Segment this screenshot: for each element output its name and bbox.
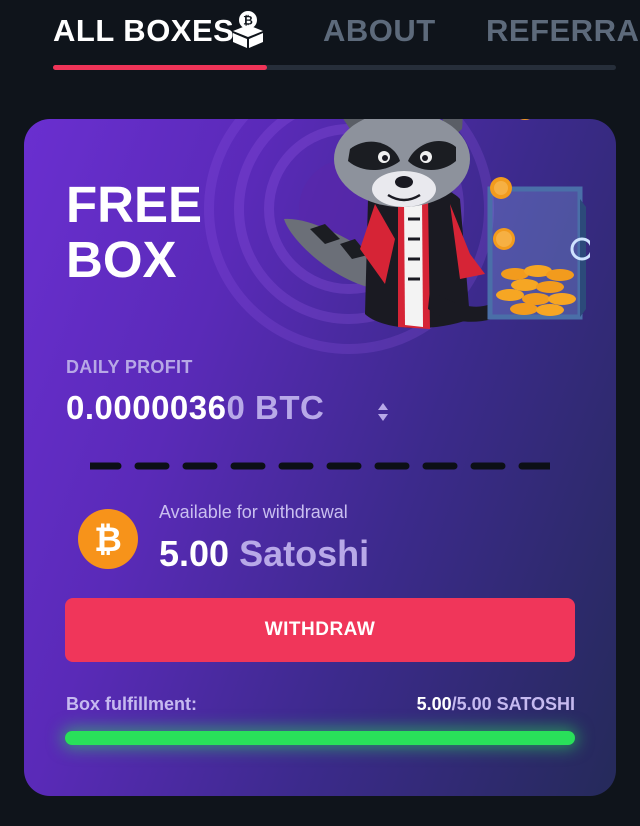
bitcoin-box-icon: ₿ bbox=[233, 11, 263, 48]
sort-arrows-icon[interactable] bbox=[376, 400, 390, 424]
floating-coin-icon bbox=[490, 177, 512, 199]
tab-active-indicator bbox=[53, 65, 267, 70]
tab-about[interactable]: ABOUT bbox=[323, 13, 436, 49]
daily-profit-fade-digit: 0 bbox=[226, 389, 246, 426]
available-value: 5.00 Satoshi bbox=[159, 533, 369, 575]
bitcoin-coin-icon: ₿ bbox=[78, 509, 138, 569]
available-label: Available for withdrawal bbox=[159, 502, 348, 522]
tab-bar: ALL BOXES ₿ ABOUT REFERRA bbox=[0, 0, 640, 74]
free-box-card: FREE BOX DAILY PROFIT 0.00000360 BTC ₿ A… bbox=[24, 119, 616, 796]
withdraw-button[interactable]: WITHDRAW bbox=[65, 598, 575, 662]
box-title: FREE BOX bbox=[66, 176, 203, 288]
fulfillment-current: 5.00 bbox=[416, 694, 452, 714]
dashed-divider bbox=[90, 462, 550, 470]
fulfillment-value: 5.00/5.00 SATOSHI bbox=[417, 694, 575, 715]
daily-profit-value: 0.00000360 BTC bbox=[66, 389, 324, 427]
tab-referral[interactable]: REFERRA bbox=[486, 13, 639, 49]
svg-text:₿: ₿ bbox=[94, 520, 122, 560]
floating-coin-icon bbox=[520, 119, 530, 120]
fulfillment-progress-fill bbox=[65, 731, 575, 745]
daily-profit-amount: 0.0000036 bbox=[66, 389, 227, 426]
available-unit: Satoshi bbox=[239, 533, 370, 574]
daily-profit-label: DAILY PROFIT bbox=[66, 357, 193, 377]
fulfillment-total: /5.00 SATOSHI bbox=[451, 694, 575, 714]
available-amount: 5.00 bbox=[159, 533, 230, 574]
tab-all-boxes[interactable]: ALL BOXES bbox=[53, 13, 234, 49]
fulfillment-progress-bar bbox=[65, 731, 575, 745]
daily-profit-unit: BTC bbox=[245, 389, 325, 426]
raccoon-mascot bbox=[284, 119, 590, 329]
fulfillment-label: Box fulfillment: bbox=[66, 694, 197, 714]
